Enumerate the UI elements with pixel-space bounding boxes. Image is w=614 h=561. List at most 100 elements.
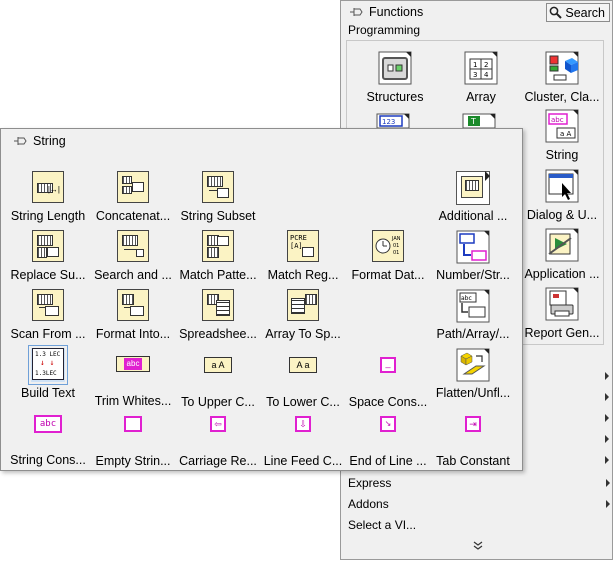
search-label: Search	[565, 5, 605, 20]
upper-icon-text: a A	[204, 357, 232, 373]
carriage-return-icon: ⇦	[201, 416, 235, 450]
palette-item-additional-string[interactable]: Additional ...	[430, 171, 516, 223]
string-titlebar[interactable]: String	[1, 129, 522, 152]
palette-item-label: Replace Su...	[10, 268, 86, 282]
svg-text:01: 01	[393, 250, 399, 256]
string-icon-text: abc	[551, 116, 564, 124]
string-subset-icon	[201, 171, 235, 205]
trim-icon-text: abc	[124, 358, 142, 370]
palette-item-label: String Subset	[180, 209, 256, 223]
palette-item-flatten-unflatten[interactable]: Flatten/Unfl...	[430, 348, 516, 400]
palette-item-dialog-ui[interactable]: Dialog & U...	[519, 169, 605, 222]
palette-item-spreadsheet-string-to-array[interactable]: Spreadshee...	[175, 289, 261, 341]
pin-icon[interactable]	[13, 135, 27, 147]
pin-icon[interactable]	[349, 6, 363, 18]
string-palette: String |↔| String Length Concatenat... S…	[0, 128, 523, 471]
chevron-down-icon[interactable]	[473, 541, 483, 554]
palette-item-label: Array	[466, 90, 496, 104]
palette-item-cluster[interactable]: Cluster, Cla...	[519, 51, 605, 104]
category-arrow-icon[interactable]	[605, 372, 609, 380]
palette-item-string-length[interactable]: |↔| String Length	[5, 171, 91, 223]
palette-item-tab-constant[interactable]: ⇥ Tab Constant	[430, 407, 516, 468]
tab-constant-icon: ⇥	[456, 416, 490, 450]
svg-text:JAN: JAN	[391, 236, 401, 242]
palette-item-carriage-return-constant[interactable]: ⇦ Carriage Re...	[175, 407, 261, 468]
palette-item-report-generation[interactable]: Report Gen...	[519, 287, 605, 340]
dialog-icon	[545, 169, 579, 203]
palette-item-string-subset[interactable]: String Subset	[175, 171, 261, 223]
svg-text:4: 4	[484, 71, 489, 79]
palette-item-replace-substring[interactable]: Replace Su...	[5, 230, 91, 282]
palette-item-scan-from-string[interactable]: Scan From ...	[5, 289, 91, 341]
palette-item-match-regular-expression[interactable]: PCRE [A] Match Reg...	[260, 230, 346, 282]
spreadsheet-to-array-icon	[201, 289, 235, 323]
palette-item-label: Structures	[366, 90, 424, 104]
search-button[interactable]: Search	[546, 3, 610, 22]
additional-string-icon	[456, 171, 490, 205]
palette-item-format-into-string[interactable]: Format Into...	[90, 289, 176, 341]
submenu-arrow-icon	[606, 500, 610, 508]
search-icon	[550, 6, 563, 19]
palette-item-label: String	[545, 148, 579, 162]
functions-title: Functions	[369, 4, 424, 19]
menu-item-label: Select a VI...	[348, 518, 417, 532]
build-text-bottom-text: 1.3LEC	[35, 370, 57, 377]
palette-item-array[interactable]: 12 34 Array	[438, 51, 524, 104]
palette-item-to-lower-case[interactable]: A a To Lower C...	[260, 348, 346, 409]
palette-item-line-feed-constant[interactable]: ⇩ Line Feed C...	[260, 407, 346, 468]
array-icon: 12 34	[464, 51, 498, 85]
match-pattern-icon	[201, 230, 235, 264]
palette-item-space-constant[interactable]: _ Space Cons...	[345, 348, 431, 409]
submenu-arrow-icon	[606, 479, 610, 487]
search-replace-icon	[116, 230, 150, 264]
palette-item-application-control[interactable]: Application ...	[519, 228, 605, 281]
format-into-string-icon	[116, 289, 150, 323]
palette-item-label: Line Feed C...	[263, 454, 343, 468]
palette-item-label: Dialog & U...	[526, 208, 598, 222]
palette-item-label: Report Gen...	[524, 326, 600, 340]
category-arrow-icon[interactable]	[605, 393, 609, 401]
concatenate-icon	[116, 171, 150, 205]
palette-item-label: Scan From ...	[10, 327, 86, 341]
palette-item-structures[interactable]: Structures	[352, 51, 438, 104]
palette-item-to-upper-case[interactable]: a A To Upper C...	[175, 348, 261, 409]
palette-item-path-array-string-conversion[interactable]: abc Path/Array/...	[430, 289, 516, 341]
lower-icon-text: A a	[289, 357, 317, 373]
palette-item-array-to-spreadsheet-string[interactable]: Array To Sp...	[260, 289, 346, 341]
palette-item-number-string-conversion[interactable]: Number/Str...	[430, 230, 516, 282]
svg-text:T: T	[470, 117, 476, 126]
palette-item-label: Search and ...	[94, 268, 172, 282]
menu-item-label: Addons	[348, 497, 389, 511]
flatten-unflatten-icon	[456, 348, 490, 382]
palette-item-build-text[interactable]: 1.3 LEC ↓ ↓ 1.3LEC Build Text	[5, 345, 91, 400]
category-programming[interactable]: Programming	[348, 23, 420, 37]
palette-item-label: Match Patte...	[179, 268, 257, 282]
svg-text:2: 2	[484, 61, 488, 69]
palette-item-label: Empty Strin...	[95, 454, 171, 468]
scan-from-string-icon	[31, 289, 65, 323]
palette-item-concatenate[interactable]: Concatenat...	[90, 171, 176, 223]
palette-item-trim-whitespace[interactable]: abc Trim Whites...	[90, 348, 176, 408]
palette-item-search-and-replace[interactable]: Search and ...	[90, 230, 176, 282]
menu-item-express[interactable]: Express	[348, 476, 610, 490]
svg-text:3: 3	[473, 71, 477, 79]
category-arrow-icon[interactable]	[605, 435, 609, 443]
palette-item-format-date-time[interactable]: JAN 01 01 Format Dat...	[345, 230, 431, 282]
application-control-icon	[545, 228, 579, 262]
menu-item-select-vi[interactable]: Select a VI...	[348, 518, 610, 532]
structures-icon	[378, 51, 412, 85]
palette-item-match-pattern[interactable]: Match Patte...	[175, 230, 261, 282]
palette-item-string[interactable]: abc a A String	[519, 109, 605, 162]
palette-item-empty-string-constant[interactable]: Empty Strin...	[90, 407, 176, 468]
palette-item-label: Concatenat...	[95, 209, 171, 223]
palette-item-label: Cluster, Cla...	[524, 90, 600, 104]
category-arrow-icon[interactable]	[605, 456, 609, 464]
category-arrow-icon[interactable]	[605, 414, 609, 422]
palette-item-string-constant[interactable]: abc String Cons...	[5, 407, 91, 467]
string-palette-area: |↔| String Length Concatenat... String S…	[5, 155, 518, 468]
palette-item-end-of-line-constant[interactable]: ↘ End of Line ...	[345, 407, 431, 468]
svg-text:01: 01	[393, 243, 399, 249]
svg-text:a A: a A	[560, 130, 572, 138]
menu-item-addons[interactable]: Addons	[348, 497, 610, 511]
menu-item-label: Express	[348, 476, 392, 490]
